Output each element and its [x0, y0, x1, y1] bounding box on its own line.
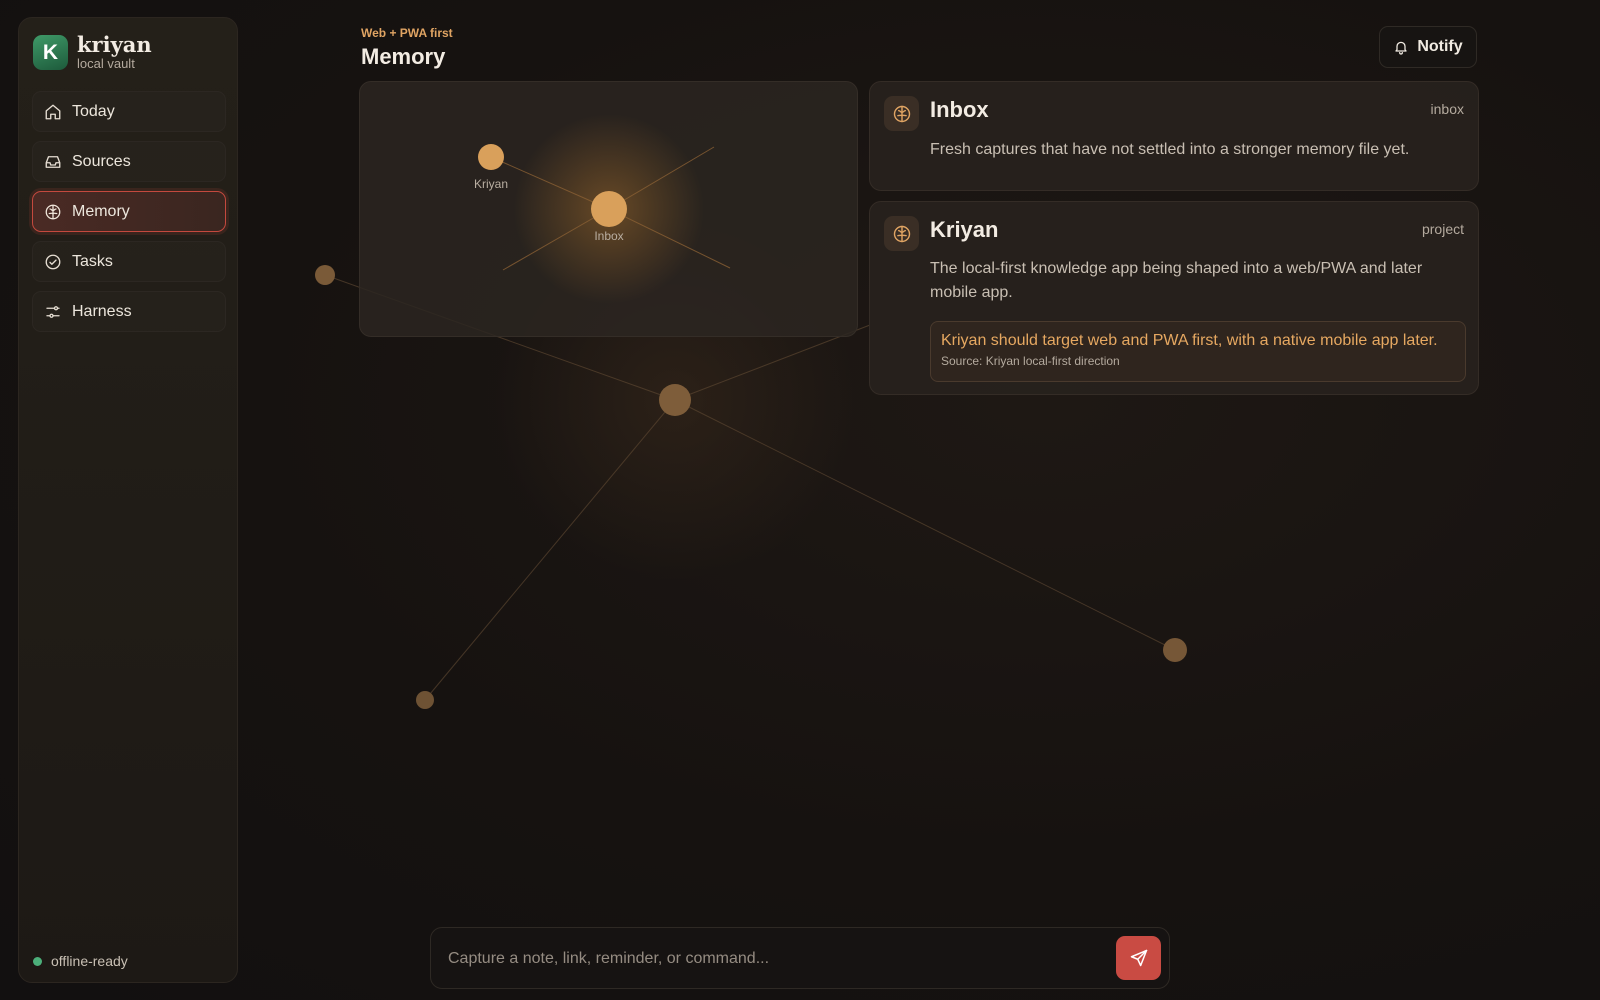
preview-node-kriyan[interactable] [478, 144, 504, 170]
page-eyebrow: Web + PWA first [361, 26, 453, 40]
preview-node-label: Inbox [594, 229, 623, 243]
graph-node[interactable] [659, 384, 691, 416]
graph-preview-panel[interactable]: Kriyan Inbox [359, 81, 858, 337]
graph-node[interactable] [1163, 638, 1187, 662]
sidebar-item-label: Memory [72, 202, 130, 220]
memory-fact[interactable]: Kriyan should target web and PWA first, … [930, 321, 1466, 382]
sidebar-item-label: Today [72, 102, 115, 120]
brain-icon [44, 203, 62, 221]
sidebar-item-label: Sources [72, 152, 131, 170]
capture-bar [430, 927, 1170, 989]
notify-button[interactable]: Notify [1379, 26, 1477, 68]
status-indicator: offline-ready [33, 953, 128, 969]
card-tag: inbox [1430, 101, 1464, 117]
sidebar-item-label: Harness [72, 302, 132, 320]
brand-subtitle: local vault [77, 56, 135, 71]
sidebar-item-label: Tasks [72, 252, 113, 270]
preview-node-label: Kriyan [474, 177, 508, 191]
sidebar-item-sources[interactable]: Sources [32, 141, 226, 182]
home-icon [44, 103, 62, 121]
fact-text: Kriyan should target web and PWA first, … [941, 332, 1438, 349]
sidebar-item-tasks[interactable]: Tasks [32, 241, 226, 282]
check-circle-icon [44, 253, 62, 271]
brain-icon [884, 216, 919, 251]
brand-name: kriyan [77, 32, 152, 57]
sidebar: K kriyan local vault Today Sources Memor… [18, 17, 238, 983]
brand[interactable]: K kriyan local vault [33, 34, 152, 71]
sidebar-item-harness[interactable]: Harness [32, 291, 226, 332]
bell-icon [1395, 41, 1407, 55]
app-root: K kriyan local vault Today Sources Memor… [0, 0, 1600, 1000]
sidebar-item-memory[interactable]: Memory [32, 191, 226, 232]
sidebar-nav: Today Sources Memory Tasks Harness [32, 91, 226, 341]
brand-logo: K [33, 35, 68, 70]
inbox-tray-icon [44, 153, 62, 171]
send-button[interactable] [1116, 936, 1161, 980]
fact-source: Source: Kriyan local-first direction [941, 354, 1120, 368]
send-icon [1130, 949, 1147, 967]
card-body: The local-first knowledge app being shap… [930, 260, 1423, 301]
status-dot [33, 956, 42, 966]
sliders-icon [44, 303, 62, 321]
brand-text: kriyan local vault [77, 32, 152, 72]
capture-input[interactable] [448, 940, 1088, 978]
card-body: Fresh captures that have not settled int… [930, 141, 1410, 158]
card-title: Kriyan [930, 217, 999, 242]
page-title: Memory [361, 44, 446, 69]
status-label: offline-ready [51, 953, 128, 969]
graph-node[interactable] [315, 265, 335, 285]
memory-card-inbox[interactable]: Inbox inbox Fresh captures that have not… [869, 81, 1479, 191]
card-tag: project [1421, 221, 1464, 237]
brain-icon [884, 96, 919, 131]
memory-card-kriyan[interactable]: Kriyan project The local-first knowledge… [869, 201, 1479, 395]
graph-node[interactable] [416, 691, 434, 709]
notify-label: Notify [1417, 38, 1463, 55]
card-title: Inbox [930, 97, 989, 122]
sidebar-item-today[interactable]: Today [32, 91, 226, 132]
preview-node-inbox[interactable] [591, 191, 627, 227]
